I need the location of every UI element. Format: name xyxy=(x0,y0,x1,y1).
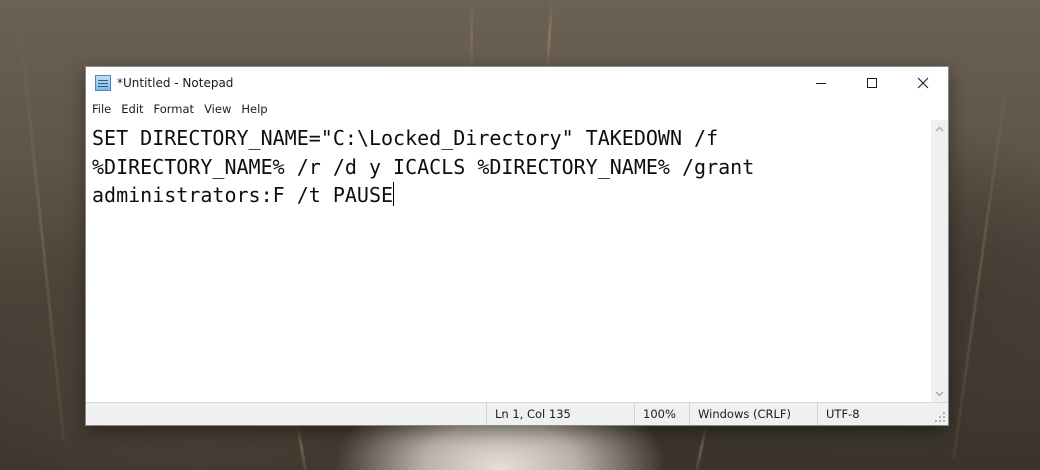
status-zoom: 100% xyxy=(634,403,689,425)
background-grass xyxy=(545,0,554,71)
resize-grip-icon[interactable] xyxy=(935,412,946,423)
minimize-button[interactable] xyxy=(795,67,846,98)
background-grass xyxy=(470,0,473,70)
close-icon xyxy=(917,77,928,88)
caption-buttons xyxy=(795,67,948,98)
status-bar: Ln 1, Col 135 100% Windows (CRLF) UTF-8 xyxy=(86,402,948,425)
status-line-ending: Windows (CRLF) xyxy=(689,403,817,425)
background-grass xyxy=(695,425,708,470)
maximize-button[interactable] xyxy=(846,67,897,98)
menu-bar: File Edit Format View Help xyxy=(86,98,948,120)
window-title: *Untitled - Notepad xyxy=(117,75,234,90)
menu-file[interactable]: File xyxy=(87,99,116,119)
notepad-window: *Untitled - Notepad File Edit Format Vie… xyxy=(86,67,948,425)
editor-content: SET DIRECTORY_NAME="C:\Locked_Directory"… xyxy=(92,126,767,207)
status-encoding: UTF-8 xyxy=(817,403,929,425)
close-button[interactable] xyxy=(897,67,948,98)
scroll-up-button[interactable] xyxy=(931,120,948,137)
text-editor[interactable]: SET DIRECTORY_NAME="C:\Locked_Directory"… xyxy=(86,120,931,402)
minimize-icon xyxy=(815,82,826,84)
background-grass xyxy=(952,61,1011,459)
text-caret xyxy=(393,182,395,206)
menu-edit[interactable]: Edit xyxy=(116,99,148,119)
chevron-up-icon xyxy=(935,126,944,131)
menu-view[interactable]: View xyxy=(199,99,236,119)
menu-help[interactable]: Help xyxy=(236,99,272,119)
status-cursor-position: Ln 1, Col 135 xyxy=(486,403,634,425)
maximize-icon xyxy=(866,77,877,88)
scroll-down-button[interactable] xyxy=(931,385,948,402)
editor-text[interactable]: SET DIRECTORY_NAME="C:\Locked_Directory"… xyxy=(92,124,922,210)
menu-format[interactable]: Format xyxy=(149,99,200,119)
background-grass xyxy=(296,425,307,470)
notepad-icon xyxy=(95,74,111,91)
background-grass xyxy=(18,20,65,440)
title-bar[interactable]: *Untitled - Notepad xyxy=(86,67,948,98)
vertical-scrollbar[interactable] xyxy=(931,120,948,402)
chevron-down-icon xyxy=(935,391,944,396)
